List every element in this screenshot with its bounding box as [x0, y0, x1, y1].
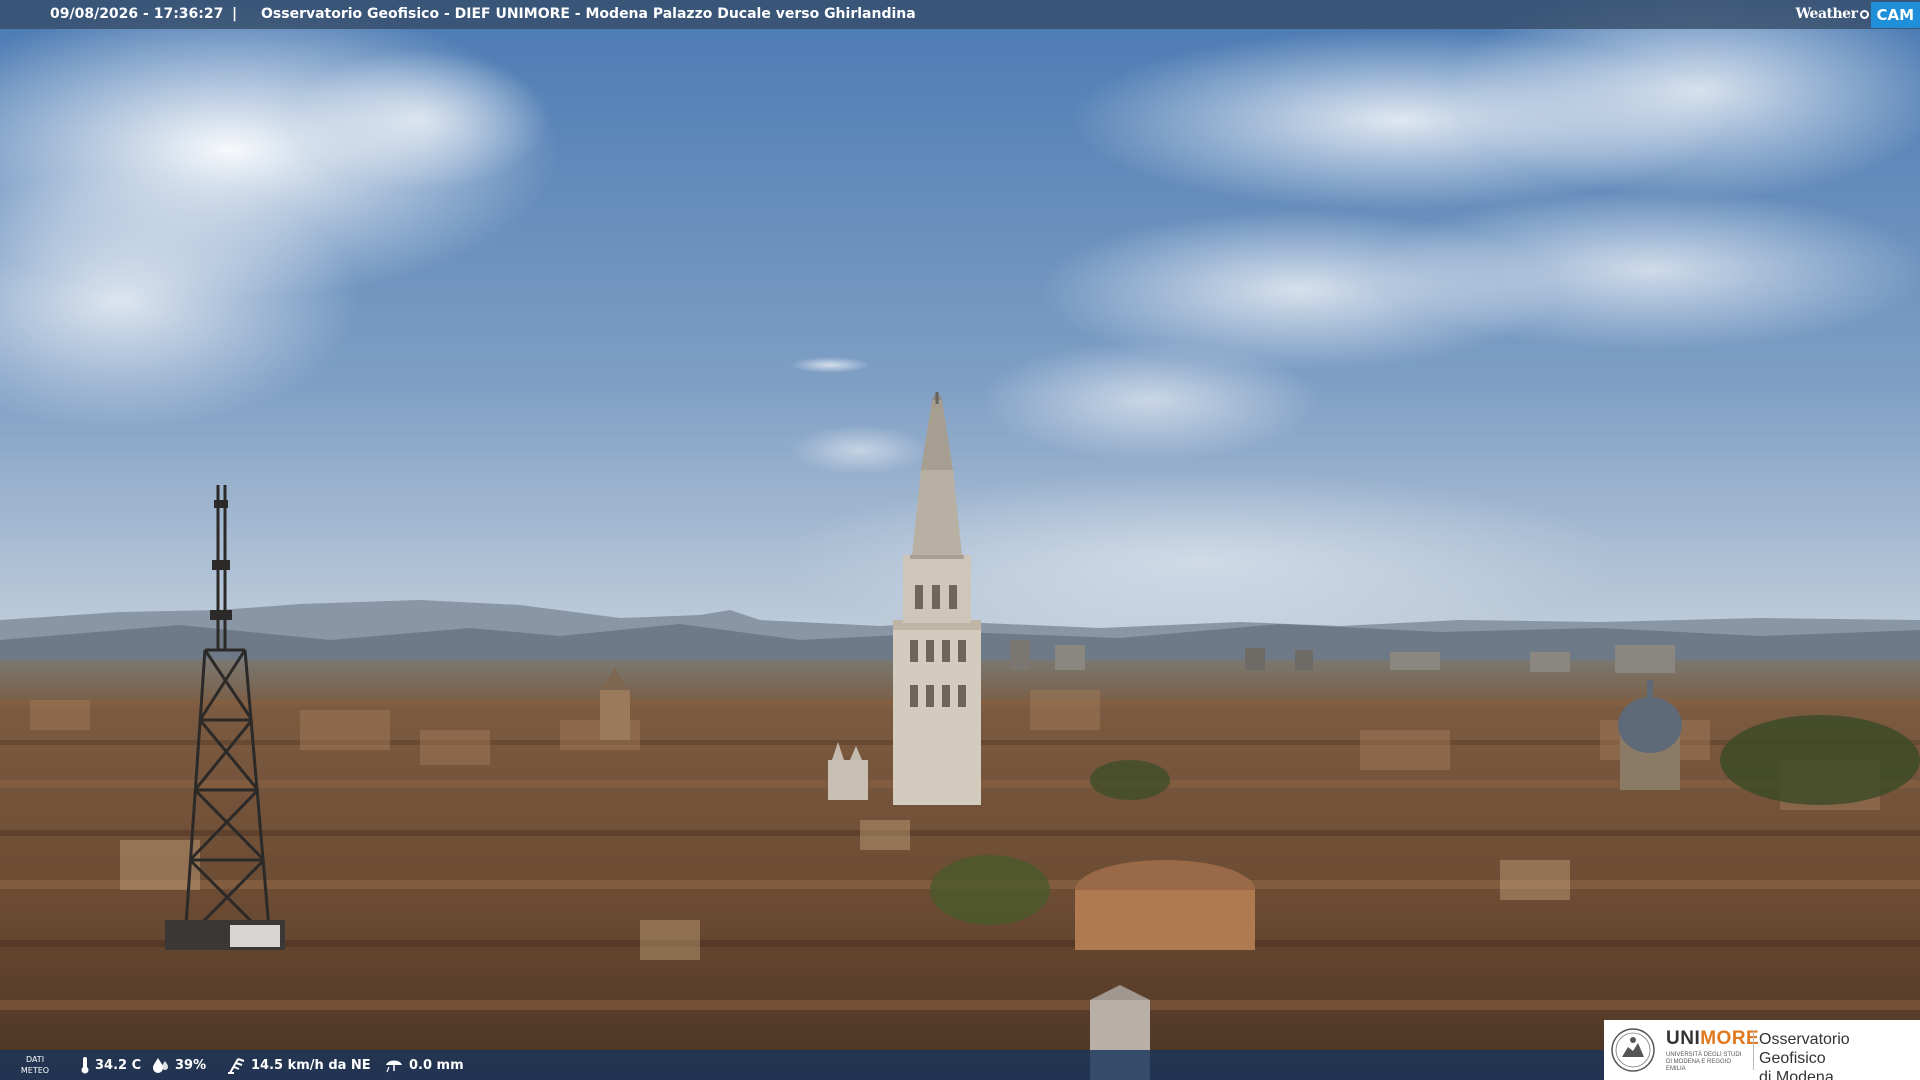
webcam-scene — [0, 0, 1920, 1080]
rain-icon — [386, 1060, 402, 1073]
weather-data-bar: DATI METEO 34.2 C 39% 14.5 km/h da NE 0.… — [0, 1050, 1604, 1080]
rain-readout: 0.0 mm — [384, 1050, 464, 1080]
wind-icon — [228, 1058, 245, 1074]
weathercam-logo-cam: CAM — [1871, 1, 1920, 28]
rain-value: 0.0 mm — [409, 1057, 464, 1073]
temperature-value: 34.2 C — [95, 1057, 142, 1073]
observatory-name-line1: Osservatorio Geofisico — [1759, 1031, 1850, 1067]
webcam-caption: Osservatorio Geofisico - DIEF UNIMORE - … — [261, 6, 916, 22]
weather-bar-label: DATI METEO — [20, 1055, 50, 1075]
timestamp: 09/08/2026 - 17:36:27 — [50, 6, 224, 22]
unimore-wordmark-highlight: MORE — [1700, 1028, 1760, 1049]
weathercam-logo: Weather CAM — [1795, 0, 1920, 29]
webcam-title-bar: 09/08/2026 - 17:36:27 | Osservatorio Geo… — [0, 0, 1920, 29]
title-separator: | — [232, 6, 238, 22]
unimore-wordmark: UNIMORE — [1666, 1028, 1759, 1050]
unimore-seal-icon — [1611, 1028, 1655, 1072]
webcam-frame: 09/08/2026 - 17:36:27 | Osservatorio Geo… — [0, 0, 1920, 1080]
observatory-name: Osservatorio Geofisico di Modena — [1759, 1030, 1920, 1080]
humidity-readout: 39% — [152, 1050, 206, 1080]
wind-readout: 14.5 km/h da NE — [226, 1050, 371, 1080]
temperature-readout: 34.2 C — [80, 1050, 141, 1080]
unimore-subtitle: UNIVERSITÀ DEGLI STUDI DI MODENA E REGGI… — [1666, 1052, 1742, 1072]
unimore-wordmark-prefix: UNI — [1666, 1028, 1701, 1049]
weathercam-logo-weather: Weather — [1795, 6, 1858, 22]
humidity-drop-icon — [153, 1058, 168, 1073]
unimore-logo: UNIMORE UNIVERSITÀ DEGLI STUDI DI MODENA… — [1604, 1020, 1920, 1080]
weathercam-dot-icon — [1860, 10, 1870, 19]
observatory-name-line2: di Modena — [1759, 1069, 1834, 1080]
humidity-value: 39% — [175, 1057, 207, 1073]
thermometer-icon — [81, 1057, 89, 1074]
logo-divider — [1753, 1030, 1754, 1070]
wind-value: 14.5 km/h da NE — [251, 1057, 371, 1073]
church-dome — [1618, 697, 1682, 753]
